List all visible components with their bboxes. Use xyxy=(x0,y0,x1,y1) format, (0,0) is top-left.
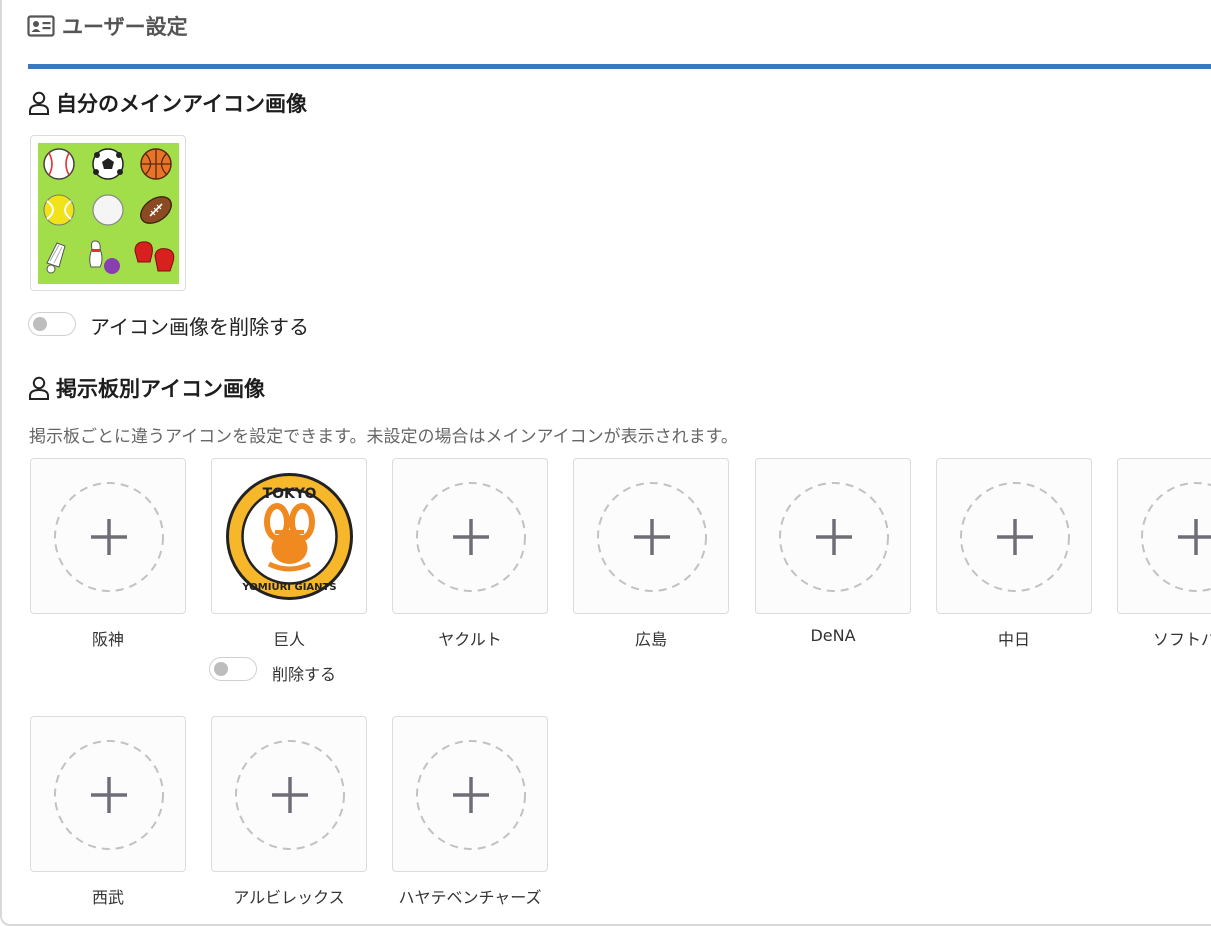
page-title: ユーザー設定 xyxy=(27,12,188,40)
board-icon-section-title: 掲示板別アイコン画像 xyxy=(28,373,265,403)
giants-logo-top-text: TOKYO xyxy=(263,486,317,502)
board-icon-tile-seibu[interactable] xyxy=(30,716,186,872)
board-icon-tile-dena[interactable] xyxy=(755,458,911,614)
board-label: ソフトバン xyxy=(1153,630,1211,649)
delete-main-icon-toggle[interactable] xyxy=(28,312,76,336)
id-card-icon xyxy=(27,15,55,37)
board-label: 広島 xyxy=(634,630,667,649)
page-title-text: ユーザー設定 xyxy=(62,15,188,39)
board-icon-tile-hayate[interactable] xyxy=(392,716,548,872)
delete-main-icon-label: アイコン画像を削除する xyxy=(90,315,309,339)
user-icon xyxy=(28,91,50,115)
board-label: 西武 xyxy=(91,888,124,907)
board-icon-tile-yakult[interactable] xyxy=(392,458,548,614)
add-icon xyxy=(416,482,526,592)
board-icon-tile-hanshin[interactable] xyxy=(30,458,186,614)
board-label: 阪神 xyxy=(91,630,124,649)
board-icon-tile-chunichi[interactable] xyxy=(936,458,1092,614)
add-icon xyxy=(235,740,345,850)
main-icon-section-title: 自分のメインアイコン画像 xyxy=(28,88,307,118)
board-label: 巨人 xyxy=(272,630,305,649)
user-icon xyxy=(28,376,50,400)
add-icon xyxy=(54,482,164,592)
giants-logo-image: TOKYO YOMIURI GIANTS xyxy=(219,466,360,607)
board-label: アルビレックス xyxy=(233,888,345,907)
board-label: DeNA xyxy=(810,626,856,645)
board-icon-tile-softbank[interactable] xyxy=(1117,458,1211,614)
board-icon-tile-giants[interactable]: TOKYO YOMIURI GIANTS xyxy=(211,458,367,614)
main-icon-image[interactable] xyxy=(30,135,186,291)
sports-balls-image xyxy=(38,143,179,284)
add-icon xyxy=(54,740,164,850)
board-label: ハヤテベンチャーズ xyxy=(398,888,542,907)
add-icon xyxy=(597,482,707,592)
giants-logo-bottom-text: YOMIURI GIANTS xyxy=(241,582,336,593)
board-icon-tile-hiroshima[interactable] xyxy=(573,458,729,614)
board-label: 中日 xyxy=(997,630,1030,649)
board-label: ヤクルト xyxy=(438,630,502,649)
delete-giants-icon-toggle[interactable] xyxy=(209,657,257,681)
add-icon xyxy=(960,482,1070,592)
add-icon xyxy=(416,740,526,850)
delete-giants-icon-label: 削除する xyxy=(272,665,337,684)
board-icon-tile-albirex[interactable] xyxy=(211,716,367,872)
add-icon xyxy=(779,482,889,592)
header-divider xyxy=(28,64,1211,69)
board-icon-description: 掲示板ごとに違うアイコンを設定できます。未設定の場合はメインアイコンが表示されま… xyxy=(29,427,738,447)
add-icon xyxy=(1141,482,1211,592)
